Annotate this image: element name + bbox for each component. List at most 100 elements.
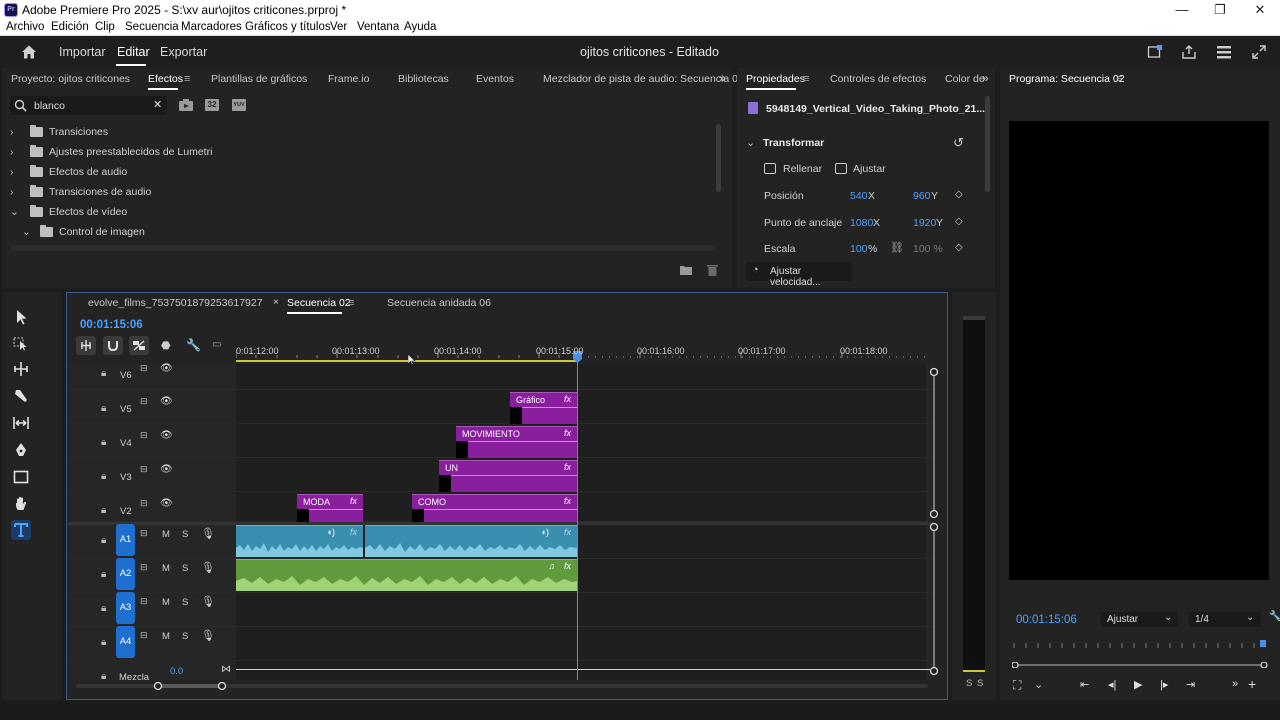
search-input[interactable]: blanco bbox=[34, 100, 65, 112]
clip-como[interactable]: COMO fx bbox=[412, 494, 577, 522]
accelerated-effects-icon[interactable] bbox=[179, 99, 193, 111]
effects-v-scrollbar[interactable] bbox=[716, 124, 721, 192]
microphone-icon[interactable]: 🎙︎ bbox=[201, 527, 215, 540]
position-x-value[interactable]: 540 bbox=[850, 190, 868, 202]
reset-icon[interactable]: ↺ bbox=[953, 135, 964, 151]
eye-icon[interactable]: 👁︎ bbox=[160, 464, 173, 475]
mute-button[interactable]: M bbox=[162, 563, 170, 574]
panel-menu-icon[interactable]: ≡ bbox=[1116, 73, 1122, 85]
play-icon[interactable]: ▶ bbox=[1134, 678, 1142, 691]
sync-lock-icon[interactable]: ⊟ bbox=[140, 498, 148, 509]
timeline-h-scrollbar[interactable] bbox=[76, 682, 928, 690]
menu-ayuda[interactable]: Ayuda bbox=[404, 21, 436, 33]
link-icon[interactable]: ⛓ bbox=[890, 241, 904, 254]
maximize-icon[interactable]: ❐ bbox=[1200, 0, 1240, 20]
more-tabs-icon[interactable]: » bbox=[982, 71, 989, 85]
new-bin-icon[interactable] bbox=[680, 265, 692, 275]
lock-icon[interactable]: 🔒︎ bbox=[101, 437, 106, 448]
go-to-out-icon[interactable]: ⇥ bbox=[1186, 678, 1195, 691]
effects-h-scrollbar[interactable] bbox=[10, 245, 716, 251]
pen-tool-icon[interactable] bbox=[11, 440, 31, 460]
track-label-v5[interactable]: V5 bbox=[120, 404, 132, 415]
audio-clip-a1-2[interactable]: ◖) fx bbox=[365, 525, 577, 557]
audio-clip-a2[interactable]: ♫ fx bbox=[236, 559, 577, 591]
menu-clip[interactable]: Clip bbox=[95, 21, 115, 33]
safe-margins-icon[interactable]: ⛶ bbox=[1013, 678, 1021, 693]
solo-right-button[interactable]: S bbox=[977, 678, 983, 689]
eye-icon[interactable]: 👁︎ bbox=[160, 430, 173, 441]
anchor-y-value[interactable]: 1920 bbox=[913, 217, 936, 229]
settings-wrench-icon[interactable]: 🔧 bbox=[1269, 611, 1280, 622]
lock-icon[interactable]: 🔒︎ bbox=[101, 471, 106, 482]
clear-search-icon[interactable]: ✕ bbox=[153, 98, 162, 111]
step-forward-icon[interactable]: |▸ bbox=[1160, 678, 1168, 691]
chevron-down-icon[interactable]: ⌄ bbox=[746, 136, 755, 149]
fullscreen-icon[interactable] bbox=[1251, 44, 1267, 60]
share-icon[interactable] bbox=[1181, 44, 1197, 60]
panel-menu-icon[interactable]: ≡ bbox=[803, 73, 809, 85]
mix-value[interactable]: 0.0 bbox=[170, 666, 183, 677]
nest-toggle-icon[interactable] bbox=[76, 336, 96, 355]
rectangle-tool-icon[interactable] bbox=[11, 467, 31, 487]
menu-marcadores[interactable]: Marcadores bbox=[181, 21, 242, 33]
sync-lock-icon[interactable]: ⊟ bbox=[140, 363, 148, 374]
tab-controles-efectos[interactable]: Controles de efectos bbox=[830, 73, 926, 85]
program-video-preview[interactable] bbox=[1009, 121, 1269, 580]
yuv-effects-icon[interactable]: YUV bbox=[232, 99, 246, 111]
scale-value[interactable]: 100 bbox=[850, 243, 868, 255]
eye-icon[interactable]: 👁︎ bbox=[160, 396, 173, 407]
keyframe-icon[interactable]: ◇ bbox=[955, 216, 963, 227]
program-timecode[interactable]: 00:01:15:06 bbox=[1016, 614, 1077, 626]
add-marker-icon[interactable]: ⬣ bbox=[161, 339, 171, 352]
track-label-a2[interactable]: A2 bbox=[116, 558, 135, 590]
32bit-effects-icon[interactable]: 32 bbox=[205, 99, 219, 111]
fit-label[interactable]: Ajustar bbox=[853, 163, 886, 175]
resolution-dropdown[interactable]: 1/4 ⌄ bbox=[1189, 612, 1261, 627]
menu-graficos[interactable]: Gráficos y títulos bbox=[245, 21, 331, 33]
go-to-in-icon[interactable]: ⇤ bbox=[1080, 678, 1089, 691]
tree-item-transiciones-audio[interactable]: › Transiciones de audio bbox=[10, 185, 151, 204]
solo-button[interactable]: S bbox=[182, 631, 188, 642]
menu-archivo[interactable]: Archivo bbox=[6, 21, 44, 33]
menu-secuencia[interactable]: Secuencia bbox=[125, 21, 179, 33]
fill-label[interactable]: Rellenar bbox=[783, 163, 822, 175]
home-icon[interactable] bbox=[21, 44, 37, 60]
sync-lock-icon[interactable]: ⊟ bbox=[140, 528, 148, 539]
keyframe-icon[interactable]: ◇ bbox=[955, 242, 963, 253]
slip-tool-icon[interactable] bbox=[11, 413, 31, 433]
tab-proyecto[interactable]: Proyecto: ojitos criticones bbox=[11, 73, 130, 85]
solo-button[interactable]: S bbox=[182, 563, 188, 574]
section-transformar[interactable]: Transformar bbox=[763, 137, 824, 149]
clip-grafico[interactable]: Gráfico fx bbox=[510, 392, 577, 424]
timeline-settings-wrench-icon[interactable]: 🔧 bbox=[186, 338, 201, 352]
lock-icon[interactable]: 🔒︎ bbox=[101, 671, 106, 682]
tab-secuencia-02[interactable]: Secuencia 02 bbox=[287, 297, 351, 309]
tab-editar[interactable]: Editar bbox=[117, 45, 150, 59]
delete-icon[interactable] bbox=[707, 264, 718, 276]
playhead-line[interactable] bbox=[577, 358, 578, 680]
mix-volume-line[interactable] bbox=[236, 669, 930, 670]
quick-export-icon[interactable] bbox=[1147, 44, 1163, 60]
linked-selection-icon[interactable] bbox=[129, 336, 149, 355]
program-zoom-scrollbar[interactable] bbox=[1012, 662, 1268, 668]
tab-efectos[interactable]: Efectos bbox=[148, 73, 183, 85]
lock-icon[interactable]: 🔒︎ bbox=[101, 505, 106, 516]
sync-lock-icon[interactable]: ⊟ bbox=[140, 562, 148, 573]
tree-item-efectos-audio[interactable]: › Efectos de audio bbox=[10, 165, 127, 184]
captions-icon[interactable]: ▭ bbox=[212, 339, 221, 350]
audio-clip-a1-1[interactable]: ◖) fx bbox=[236, 525, 363, 557]
menu-edicion[interactable]: Edición bbox=[51, 21, 89, 33]
eye-icon[interactable]: 👁︎ bbox=[160, 363, 173, 374]
mute-button[interactable]: M bbox=[162, 529, 170, 540]
snap-magnet-icon[interactable] bbox=[103, 336, 123, 355]
track-label-v3[interactable]: V3 bbox=[120, 472, 132, 483]
close-tab-icon[interactable]: × bbox=[273, 297, 279, 308]
tab-secuencia-anidada[interactable]: Secuencia anidada 06 bbox=[387, 297, 491, 309]
mute-button[interactable]: M bbox=[162, 597, 170, 608]
lock-icon[interactable]: 🔒︎ bbox=[101, 535, 106, 546]
ripple-edit-tool-icon[interactable] bbox=[11, 359, 31, 379]
close-icon[interactable]: ✕ bbox=[1240, 0, 1280, 20]
fill-frame-icon[interactable] bbox=[764, 163, 776, 174]
tab-color[interactable]: Color de bbox=[945, 73, 985, 85]
track-select-tool-icon[interactable] bbox=[11, 333, 31, 353]
